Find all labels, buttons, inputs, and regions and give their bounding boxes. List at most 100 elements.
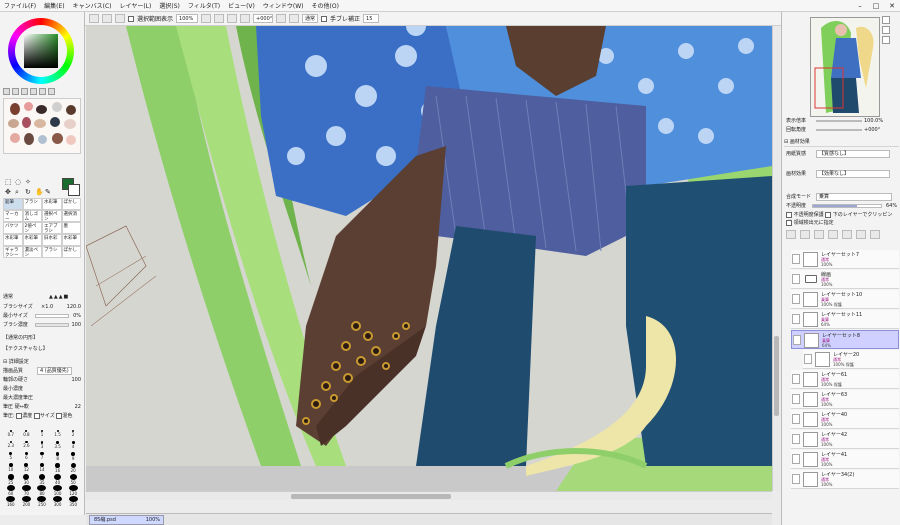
vertical-scroll-thumb[interactable] bbox=[774, 336, 779, 416]
detail-header[interactable]: ⊟ 詳細設定 bbox=[3, 358, 83, 366]
brush-size-preset[interactable]: 350 bbox=[65, 496, 81, 507]
blend-mode-dropdown[interactable]: 通常 bbox=[3, 294, 13, 300]
eye-icon[interactable] bbox=[792, 294, 800, 304]
brush-size-preset[interactable]: 5 bbox=[3, 452, 19, 463]
brush-size-preset[interactable]: 300 bbox=[50, 496, 66, 507]
brush-tool[interactable]: 水彩筆 bbox=[22, 234, 42, 246]
blend-dropdown[interactable]: 通常 bbox=[302, 14, 319, 23]
eye-icon[interactable] bbox=[792, 374, 800, 384]
menu-window[interactable]: ウィンドウ(W) bbox=[263, 1, 304, 10]
clip-lower-checkbox[interactable] bbox=[825, 211, 832, 218]
eye-icon[interactable] bbox=[792, 254, 800, 264]
eye-icon[interactable] bbox=[792, 474, 800, 484]
brush-size-preset[interactable]: 35 bbox=[34, 474, 50, 485]
menu-file[interactable]: ファイル(F) bbox=[4, 1, 36, 10]
brush-size-preset[interactable]: 2.6 bbox=[19, 441, 35, 452]
brush-size-preset[interactable]: 14 bbox=[34, 463, 50, 474]
new-folder-button[interactable] bbox=[814, 230, 824, 239]
menu-other[interactable]: その他(O) bbox=[312, 1, 339, 10]
opacity-slider[interactable] bbox=[812, 204, 882, 208]
rotate-tool-icon[interactable]: ↻ bbox=[25, 188, 31, 196]
brush-texture-dropdown[interactable]: 【テクスチャなし】 bbox=[3, 346, 48, 352]
magic-wand-icon[interactable]: ✧ bbox=[25, 178, 31, 186]
menu-canvas[interactable]: キャンバス(C) bbox=[73, 1, 112, 10]
nav-zoom-in-icon[interactable] bbox=[882, 16, 890, 24]
density-slider[interactable] bbox=[35, 323, 69, 327]
minimize-icon[interactable]: – bbox=[852, 0, 868, 12]
rotate-right-button[interactable] bbox=[276, 14, 287, 23]
layer-row[interactable]: レイヤーセット8 乗算 64% bbox=[791, 330, 899, 349]
brush-size-preset[interactable]: 3 bbox=[34, 441, 50, 452]
brush-size-mult[interactable]: ×1.0 bbox=[41, 303, 53, 311]
layer-row[interactable]: レイヤー63 通常 100% bbox=[791, 390, 899, 409]
stabilizer-icon[interactable] bbox=[321, 15, 328, 22]
eye-icon[interactable] bbox=[792, 454, 800, 464]
brush-size-preset[interactable]: 30 bbox=[19, 474, 35, 485]
brush-size-preset[interactable]: 100 bbox=[50, 485, 66, 496]
brush-size-preset[interactable]: 10 bbox=[3, 463, 19, 474]
color-mode-wheel-icon[interactable] bbox=[3, 88, 10, 95]
brush-tool[interactable]: 消しゴム bbox=[22, 210, 42, 222]
brush-size-preset[interactable]: 0.7 bbox=[3, 430, 19, 441]
brush-size-preset[interactable]: 40 bbox=[50, 474, 66, 485]
nav-fit-icon[interactable] bbox=[882, 36, 890, 44]
zoom-slider[interactable] bbox=[816, 120, 862, 122]
clear-layer-button[interactable] bbox=[856, 230, 866, 239]
brush-size-preset[interactable]: 50 bbox=[65, 474, 81, 485]
brush-tool[interactable]: 濃淡ペン bbox=[22, 246, 42, 258]
navigator-preview[interactable] bbox=[810, 17, 880, 117]
color-mode-swatch-icon[interactable] bbox=[30, 88, 37, 95]
brush-shape-icons[interactable]: ▲▲▲■ bbox=[49, 293, 69, 301]
brush-shape-dropdown[interactable]: 【通常の円形】 bbox=[3, 335, 38, 341]
brush-size-preset[interactable]: 80 bbox=[34, 485, 50, 496]
close-icon[interactable]: ✕ bbox=[884, 0, 900, 12]
brush-size-preset[interactable]: 12 bbox=[19, 463, 35, 474]
transfer-down-button[interactable] bbox=[828, 230, 838, 239]
paper-effect-dropdown[interactable]: 【効果なし】 bbox=[816, 170, 890, 178]
brush-tool[interactable]: バケツ bbox=[3, 222, 23, 234]
brush-tool[interactable]: ギャラクシー bbox=[3, 246, 23, 258]
menu-filter[interactable]: フィルタ(T) bbox=[188, 1, 220, 10]
layer-row[interactable]: レイヤー34(2) 通常 100% bbox=[791, 470, 899, 489]
brush-tool[interactable]: 水彩筆 bbox=[42, 198, 62, 210]
layer-row[interactable]: レイヤーセット10 乗算 100% 保護 bbox=[791, 290, 899, 309]
zoom-out-button[interactable] bbox=[201, 14, 212, 23]
brush-size-preset[interactable]: 8 bbox=[50, 452, 66, 463]
zoom-reset-button[interactable] bbox=[227, 14, 238, 23]
brush-size-preset[interactable]: 20 bbox=[65, 463, 81, 474]
brush-tool[interactable]: 旧水彩 bbox=[42, 234, 62, 246]
brush-size-preset[interactable]: 2.3 bbox=[3, 441, 19, 452]
layer-row[interactable]: レイヤーセット7 通常 100% bbox=[791, 250, 899, 269]
drawing-canvas[interactable] bbox=[86, 26, 772, 491]
eye-icon[interactable] bbox=[792, 274, 800, 284]
brush-tool[interactable]: 墨 bbox=[61, 222, 81, 234]
scratchpad[interactable] bbox=[3, 98, 81, 154]
eye-icon[interactable] bbox=[792, 314, 800, 324]
color-mode-hsv-icon[interactable] bbox=[21, 88, 28, 95]
brush-size-preset[interactable]: 2 bbox=[65, 430, 81, 441]
brush-size-preset[interactable]: 1 bbox=[34, 430, 50, 441]
brush-size-value[interactable]: 120.0 bbox=[67, 303, 81, 311]
brush-tool[interactable]: エアブラシ bbox=[42, 222, 62, 234]
eye-icon[interactable] bbox=[793, 335, 801, 345]
blend-mode-dropdown[interactable]: 乗算 bbox=[816, 193, 892, 201]
zoom-tool-icon[interactable]: ⌕ bbox=[15, 188, 19, 197]
angle-field[interactable]: +000° bbox=[253, 14, 274, 23]
select-all-button[interactable] bbox=[115, 14, 125, 23]
select-rect-icon[interactable]: ⬚ bbox=[5, 178, 12, 186]
brush-size-preset[interactable]: 0.8 bbox=[19, 430, 35, 441]
edge-value[interactable]: 100 bbox=[71, 376, 81, 384]
delete-layer-button[interactable] bbox=[870, 230, 880, 239]
brush-size-preset[interactable]: 250 bbox=[34, 496, 50, 507]
brush-tool[interactable]: 選択消 bbox=[61, 210, 81, 222]
layer-row[interactable]: レイヤー61 通常 100% 保護 bbox=[791, 370, 899, 389]
brush-tool[interactable]: 選択ペン bbox=[42, 210, 62, 222]
rotation-slider[interactable] bbox=[816, 129, 862, 131]
layer-row[interactable]: レイヤー41 通常 100% bbox=[791, 450, 899, 469]
brush-size-preset[interactable]: 7 bbox=[34, 452, 50, 463]
deselect-button[interactable] bbox=[89, 14, 99, 23]
paper-texture-dropdown[interactable]: 【質感なし】 bbox=[816, 150, 890, 158]
zoom-dropdown[interactable]: 100% bbox=[176, 14, 199, 23]
stabilizer-field[interactable]: 15 bbox=[363, 14, 380, 23]
brush-tool[interactable]: ぼかし bbox=[61, 246, 81, 258]
